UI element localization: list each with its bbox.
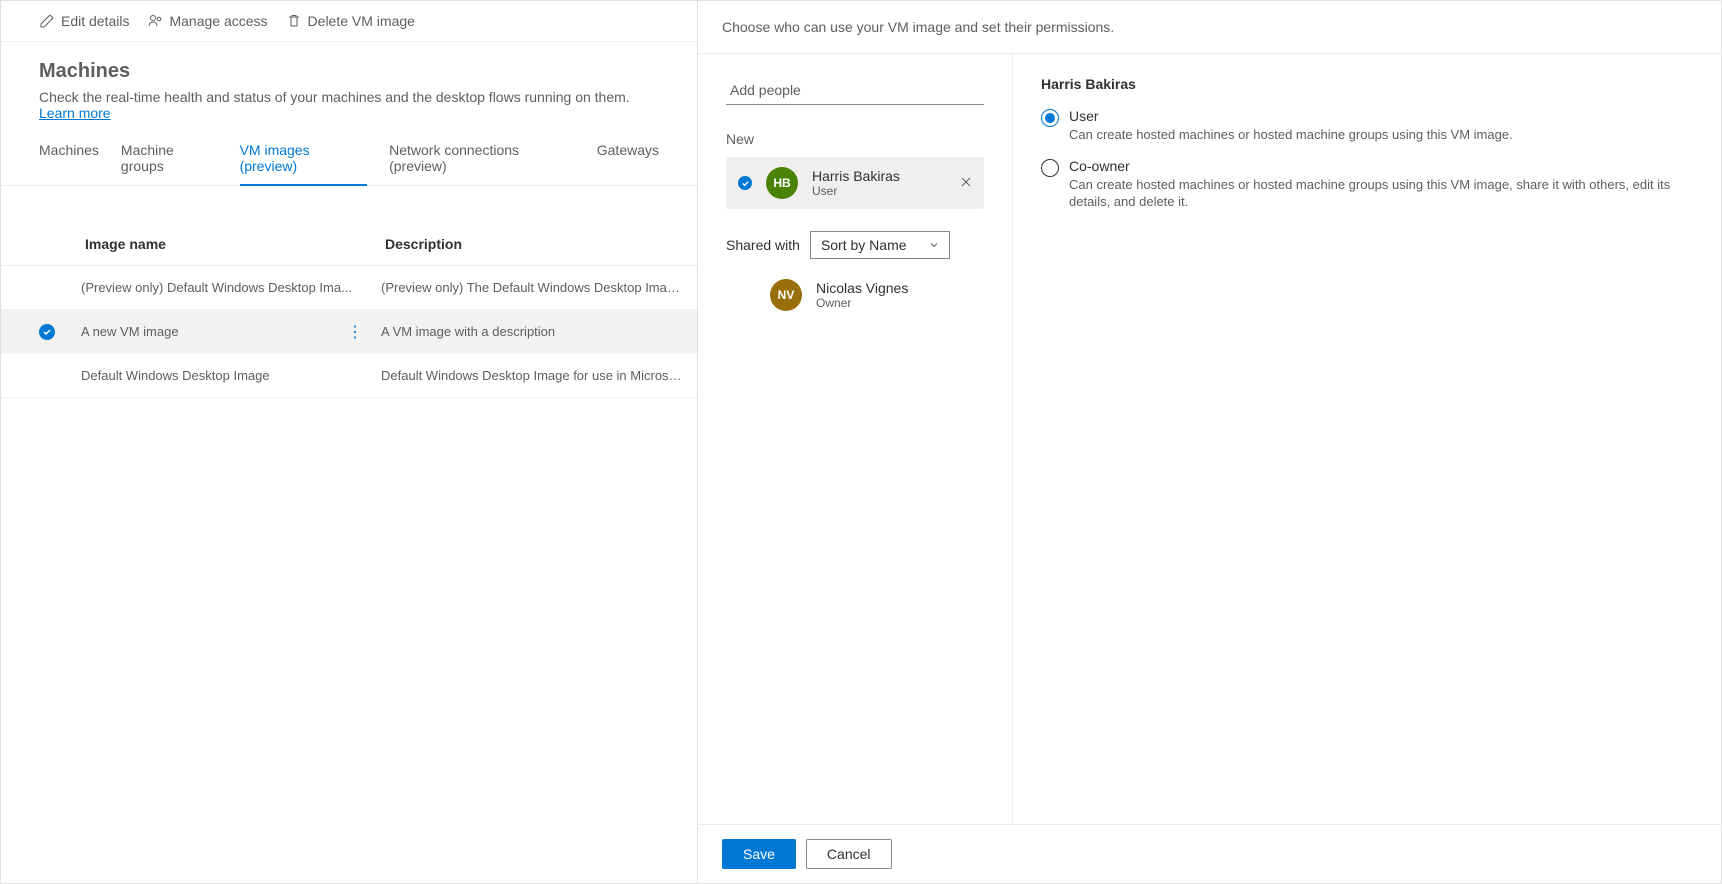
page-title: Machines [39,60,659,83]
panel-intro: Choose who can use your VM image and set… [698,1,1721,54]
option-label: User [1069,108,1513,124]
toolbar: Edit details Manage access Delete VM ima… [1,1,697,42]
page-desc-text: Check the real-time health and status of… [39,89,630,105]
remove-person-button[interactable] [960,175,972,191]
delete-vm-button[interactable]: Delete VM image [286,13,415,29]
sort-value: Sort by Name [821,237,907,253]
manage-access-panel: Choose who can use your VM image and set… [698,1,1721,883]
row-more-button[interactable]: ⋮ [339,322,371,342]
person-name: Nicolas Vignes [816,280,908,296]
row-selected-icon [39,324,55,340]
chevron-down-icon [929,240,939,250]
people-icon [147,13,163,29]
option-label: Co-owner [1069,158,1693,174]
manage-access-button[interactable]: Manage access [147,13,267,29]
person-name: Harris Bakiras [812,168,900,184]
new-section-label: New [726,131,984,147]
manage-access-label: Manage access [169,13,267,29]
image-name: (Preview only) Default Windows Desktop I… [81,280,352,295]
edit-details-button[interactable]: Edit details [39,13,129,29]
permission-person-name: Harris Bakiras [1041,76,1693,92]
table-row[interactable]: Default Windows Desktop Image Default Wi… [1,354,697,398]
tab-machines[interactable]: Machines [39,142,99,186]
tabs: Machines Machine groups VM images (previ… [1,121,697,186]
permission-option-user[interactable]: User Can create hosted machines or hoste… [1041,108,1693,144]
radio-user[interactable] [1041,109,1059,127]
cancel-button[interactable]: Cancel [806,839,892,869]
sort-dropdown[interactable]: Sort by Name [810,231,950,259]
learn-more-link[interactable]: Learn more [39,105,111,121]
option-desc: Can create hosted machines or hosted mac… [1069,176,1693,211]
new-person-row[interactable]: HB Harris Bakiras User [726,157,984,209]
tab-network-connections[interactable]: Network connections (preview) [389,142,575,186]
tab-gateways[interactable]: Gateways [597,142,659,186]
add-people-input[interactable] [726,76,984,105]
avatar: NV [770,279,802,311]
option-desc: Can create hosted machines or hosted mac… [1069,126,1513,144]
image-name: Default Windows Desktop Image [81,368,270,383]
image-desc: A VM image with a description [381,324,697,339]
col-image-name[interactable]: Image name [81,236,381,252]
image-name: A new VM image [81,324,179,339]
shared-with-label: Shared with [726,237,800,253]
vm-images-table: Image name Description (Preview only) De… [1,222,697,398]
save-button[interactable]: Save [722,839,796,869]
col-description[interactable]: Description [381,236,697,252]
selected-check-icon [738,176,752,190]
image-desc: Default Windows Desktop Image for use in… [381,368,697,383]
edit-details-label: Edit details [61,13,129,29]
tab-machine-groups[interactable]: Machine groups [121,142,218,186]
tab-vm-images[interactable]: VM images (preview) [240,142,368,186]
table-row[interactable]: (Preview only) Default Windows Desktop I… [1,266,697,310]
person-role: User [812,184,900,198]
edit-icon [39,13,55,29]
radio-coowner[interactable] [1041,159,1059,177]
image-desc: (Preview only) The Default Windows Deskt… [381,280,697,295]
avatar: HB [766,167,798,199]
permission-option-coowner[interactable]: Co-owner Can create hosted machines or h… [1041,158,1693,211]
delete-vm-label: Delete VM image [308,13,415,29]
trash-icon [286,13,302,29]
shared-person-row[interactable]: NV Nicolas Vignes Owner [726,273,984,317]
table-row[interactable]: A new VM image ⋮ A VM image with a descr… [1,310,697,354]
person-role: Owner [816,296,908,310]
page-description: Check the real-time health and status of… [39,89,659,121]
